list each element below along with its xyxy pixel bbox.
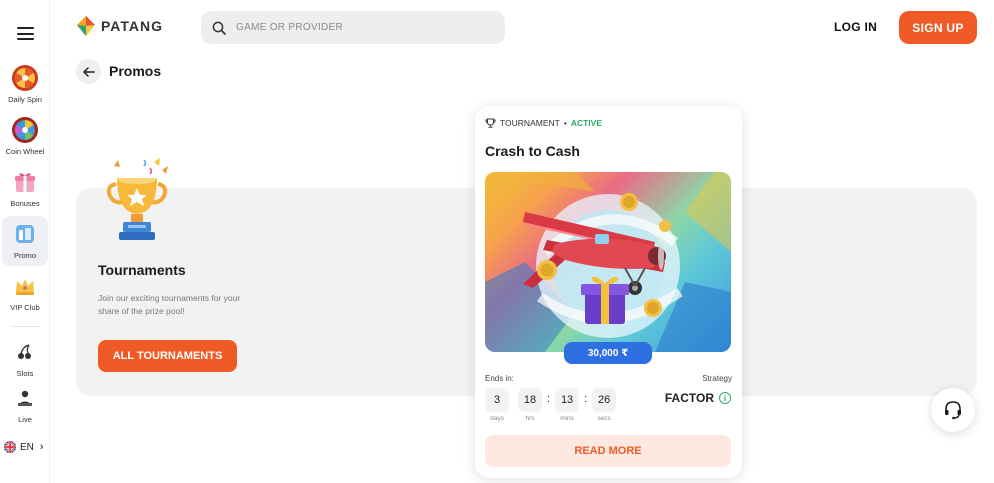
strategy-label: Strategy [702, 374, 732, 383]
sidebar-item-bonuses[interactable]: Bonuses [2, 164, 48, 214]
timer-value: 18 [518, 388, 542, 412]
strategy-value-text: FACTOR [664, 391, 714, 405]
sidebar-item-coin-wheel[interactable]: Coin Wheel [2, 112, 48, 162]
card-type-label: TOURNAMENT [500, 118, 560, 128]
timer-seconds: 26 secs [592, 388, 617, 422]
headset-icon [945, 401, 961, 420]
crown-icon [11, 272, 39, 300]
promo-icon [11, 220, 39, 248]
trophy-icon [104, 158, 170, 242]
card-title: Crash to Cash [485, 143, 580, 159]
timer-minutes: 13 mins [555, 388, 580, 422]
prize-pool-badge: 30,000 ₹ [564, 342, 652, 364]
sidebar-item-label: Live [18, 415, 32, 424]
cherry-icon [11, 338, 39, 366]
sidebar-item-vip-club[interactable]: VIP Club [2, 268, 48, 318]
search-icon [212, 21, 226, 35]
countdown-timer: 3 days 18 hrs : 13 mins : 26 secs [485, 388, 617, 422]
timer-unit: mins [560, 415, 574, 422]
sidebar-item-daily-spin[interactable]: Daily Spin [2, 60, 48, 110]
language-selector[interactable]: EN › [4, 441, 44, 453]
coin-wheel-icon [11, 116, 39, 144]
arrow-left-icon [82, 66, 95, 77]
trophy-small-icon [485, 118, 496, 128]
timer-value: 26 [592, 388, 617, 412]
info-icon[interactable]: i [719, 392, 731, 404]
tournament-card[interactable]: TOURNAMENT • ACTIVE Crash to Cash 30,000… [475, 106, 742, 478]
timer-hours: 18 hrs [518, 388, 542, 422]
sidebar-item-promo[interactable]: Promo [2, 216, 48, 266]
ends-in-label: Ends in: [485, 374, 514, 383]
page-title: Promos [109, 63, 162, 79]
login-button[interactable]: LOG IN [834, 20, 877, 34]
search-bar[interactable] [201, 11, 505, 44]
language-code: EN [20, 441, 34, 453]
sidebar-item-label: Promo [13, 251, 37, 260]
sidebar-item-label: Bonuses [10, 199, 40, 208]
timer-value: 13 [555, 388, 580, 412]
sidebar-divider [10, 326, 40, 327]
sidebar-item-label: VIP Club [10, 303, 40, 312]
search-input[interactable] [236, 22, 476, 33]
brand-name: PATANG [101, 18, 163, 34]
timer-unit: hrs [525, 415, 535, 422]
wheel-icon [11, 64, 39, 92]
status-badge: ACTIVE [570, 118, 602, 128]
sidebar-item-label: Coin Wheel [5, 147, 45, 156]
sidebar-item-live[interactable]: Live [2, 380, 48, 430]
strategy-value: FACTOR i [665, 391, 731, 405]
dealer-icon [11, 384, 39, 412]
tournaments-description: Join our exciting tournaments for your s… [98, 293, 241, 316]
timer-unit: days [490, 415, 504, 422]
tournaments-title: Tournaments [98, 262, 186, 278]
chevron-right-icon: › [39, 441, 44, 453]
sidebar: Daily Spin Coin Wheel Bonuses Promo VIP … [0, 0, 50, 483]
sidebar-item-label: Daily Spin [8, 95, 42, 104]
tournament-image [485, 172, 731, 352]
signup-button[interactable]: SIGN UP [899, 11, 977, 44]
read-more-button[interactable]: READ MORE [485, 435, 731, 467]
sidebar-item-label: Slots [16, 369, 34, 378]
timer-days: 3 days [485, 388, 509, 422]
card-type-tag: TOURNAMENT • ACTIVE [485, 118, 602, 128]
gift-icon [11, 168, 39, 196]
kite-logo-icon [77, 16, 95, 36]
app-root: Daily Spin Coin Wheel Bonuses Promo VIP … [0, 0, 994, 483]
all-tournaments-button[interactable]: ALL TOURNAMENTS [98, 340, 237, 372]
menu-icon[interactable] [17, 27, 34, 40]
card-tag-separator: • [563, 118, 567, 128]
sidebar-item-slots[interactable]: Slots [2, 334, 48, 384]
timer-separator: : [547, 393, 551, 405]
support-chat-button[interactable] [931, 388, 975, 432]
uk-flag-icon [4, 441, 16, 453]
brand-logo[interactable]: PATANG [77, 16, 163, 36]
back-button[interactable] [76, 59, 101, 84]
timer-separator: : [584, 393, 588, 405]
timer-unit: secs [597, 415, 611, 422]
timer-value: 3 [485, 388, 509, 412]
